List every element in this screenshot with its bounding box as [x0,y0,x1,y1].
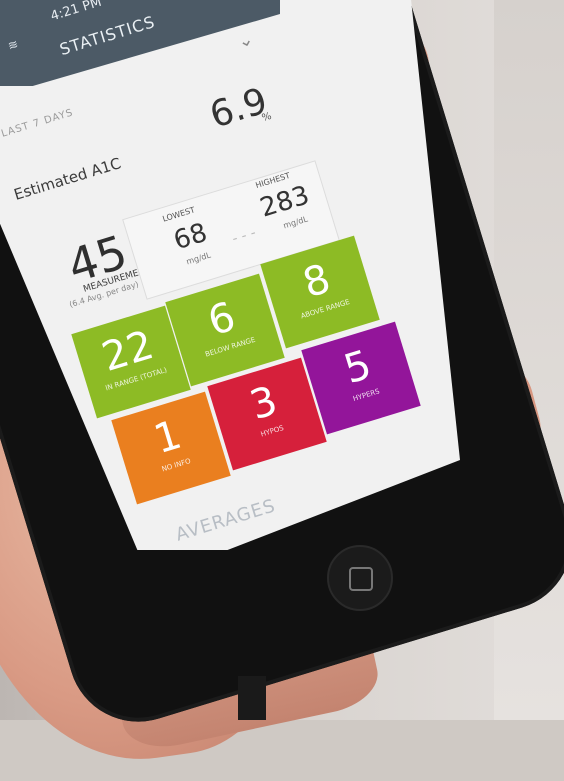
screen-background [0,0,460,550]
phone-screen: 4:21 PM ≋ STATISTICS ⌄ LAST 7 DAYS 6.9 %… [0,0,564,720]
